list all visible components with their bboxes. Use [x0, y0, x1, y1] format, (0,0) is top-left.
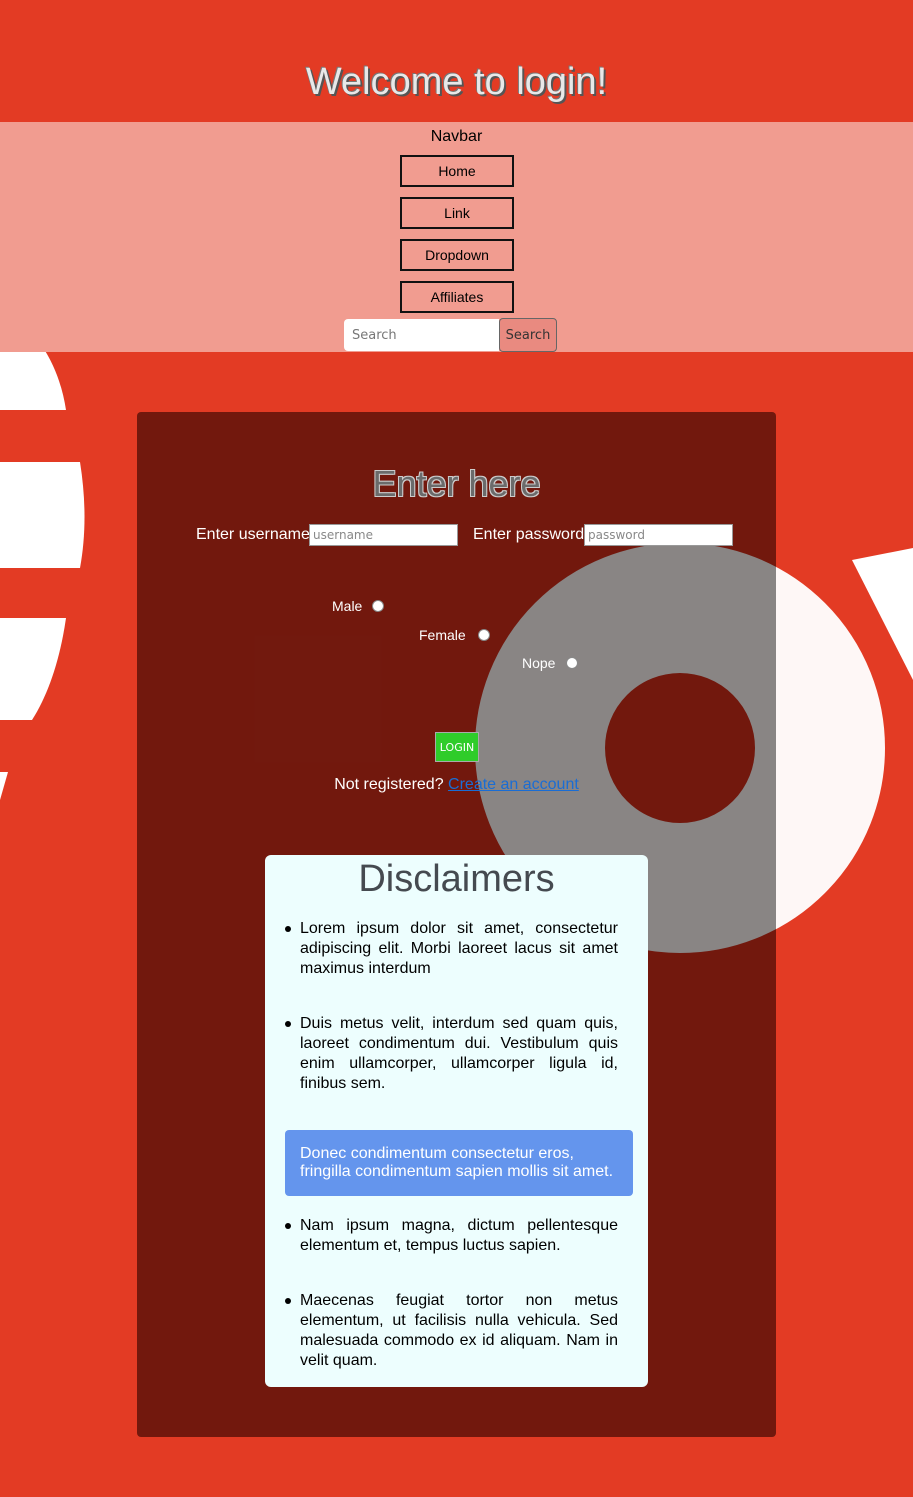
page-title: Welcome to login!	[305, 61, 608, 103]
gender-nope-label: Nope	[522, 655, 556, 671]
disclaimer-item: Nam ipsum magna, dictum pellentesque ele…	[300, 1217, 618, 1254]
gender-female-radio[interactable]	[478, 629, 490, 641]
disclaimer-item: Lorem ipsum dolor sit amet, consectetur …	[300, 920, 618, 977]
login-panel: Enter here Enter username: Enter passwor…	[137, 412, 776, 1437]
bullet-icon	[285, 1223, 291, 1229]
bullet-icon	[285, 1298, 291, 1304]
password-field[interactable]	[584, 524, 733, 546]
disclaimer-item: Duis metus velit, interdum sed quam quis…	[300, 1015, 618, 1092]
gender-nope-radio[interactable]	[566, 657, 578, 669]
nav-home-button[interactable]: Home	[400, 155, 514, 187]
navbar-title: Navbar	[430, 128, 483, 145]
username-field[interactable]	[309, 524, 458, 546]
gender-male-radio[interactable]	[372, 600, 384, 612]
register-text: Not registered?	[334, 776, 444, 793]
disclaimers-title: Disclaimers	[358, 858, 555, 900]
header: Welcome to login!	[0, 0, 913, 122]
gender-female-label: Female	[419, 627, 466, 643]
create-account-link[interactable]: Create an account	[448, 776, 579, 793]
login-heading: Enter here	[372, 463, 541, 504]
login-button[interactable]: LOGIN	[435, 732, 479, 762]
nav-dropdown-button[interactable]: Dropdown	[400, 239, 514, 271]
nav-link-button[interactable]: Link	[400, 197, 514, 229]
gender-male-label: Male	[332, 598, 363, 614]
bullet-icon	[285, 1021, 291, 1027]
search-button[interactable]: Search	[499, 318, 557, 352]
nav-affiliates-button[interactable]: Affiliates	[400, 281, 514, 313]
navbar: Navbar Home Link Dropdown Affiliates Sea…	[0, 122, 913, 352]
disclaimer-item: Maecenas feugiat tortor non metus elemen…	[300, 1292, 618, 1369]
disclaimers-card: Disclaimers Lorem ipsum dolor sit amet, …	[265, 855, 648, 1387]
search-input[interactable]	[344, 319, 499, 351]
username-label: Enter username:	[196, 526, 315, 543]
bullet-icon	[285, 926, 291, 932]
register-prompt: Not registered? Create an account	[137, 776, 776, 794]
disclaimer-highlight: Donec condimentum consectetur eros, frin…	[285, 1130, 633, 1196]
password-label: Enter password:	[473, 526, 589, 543]
